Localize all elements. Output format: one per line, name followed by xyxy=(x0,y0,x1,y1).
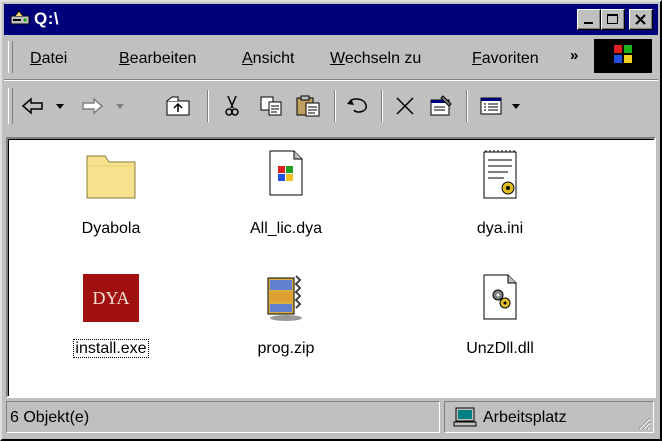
close-button[interactable] xyxy=(629,9,653,30)
file-label-text: install.exe xyxy=(73,339,149,358)
undo-icon[interactable] xyxy=(344,94,374,118)
file-item[interactable]: DYA install.exe xyxy=(46,268,176,368)
close-icon xyxy=(635,14,646,25)
toolbar-separator xyxy=(207,90,209,122)
status-location: Arbeitsplatz xyxy=(483,409,567,426)
file-label: prog.zip xyxy=(257,340,315,357)
toolbar-separator xyxy=(381,90,383,122)
status-panel-count: 6 Objekt(e) xyxy=(6,401,440,433)
up-folder-icon[interactable] xyxy=(164,94,194,118)
windows-file-icon xyxy=(269,150,303,196)
windows-logo-icon xyxy=(594,39,652,73)
forward-icon[interactable] xyxy=(80,94,136,118)
maximize-button[interactable] xyxy=(601,9,625,30)
toolbar-separator xyxy=(334,90,336,122)
file-item[interactable]: prog.zip xyxy=(221,268,351,368)
menu-ansicht[interactable]: Ansicht xyxy=(242,50,294,68)
title-bar[interactable]: Q:\ xyxy=(4,4,658,35)
explorer-window: Q:\ Datei Bearbeiten Ansicht Wechseln zu… xyxy=(0,0,662,441)
menu-overflow-chevron[interactable]: » xyxy=(570,47,578,64)
file-label: UnzDll.dll xyxy=(466,340,534,357)
window-title: Q:\ xyxy=(34,9,60,28)
file-label: Dyabola xyxy=(81,220,141,237)
dll-gear-icon xyxy=(483,274,517,320)
status-count: 6 Objekt(e) xyxy=(10,409,90,426)
toolbar-grip[interactable] xyxy=(8,88,13,124)
dya-logo-icon: DYA xyxy=(83,274,139,322)
menu-wechseln-zu[interactable]: Wechseln zu xyxy=(330,50,421,68)
file-label: All_lic.dya xyxy=(249,220,323,237)
file-label: install.exe xyxy=(46,339,176,358)
properties-icon[interactable] xyxy=(427,94,457,118)
status-bar: 6 Objekt(e) Arbeitsplatz xyxy=(4,399,658,437)
file-item[interactable]: All_lic.dya xyxy=(221,148,351,248)
status-panel-location: Arbeitsplatz xyxy=(444,401,654,433)
maximize-icon xyxy=(607,14,618,24)
back-icon[interactable] xyxy=(20,94,76,118)
menu-datei[interactable]: Datei xyxy=(30,50,67,68)
menubar-grip[interactable] xyxy=(8,41,13,73)
paste-icon[interactable] xyxy=(294,94,324,118)
file-item[interactable]: Dyabola xyxy=(46,148,176,248)
minimize-button[interactable] xyxy=(577,9,601,30)
file-label: dya.ini xyxy=(476,220,524,237)
copy-icon[interactable] xyxy=(258,94,286,118)
toolbar-separator xyxy=(466,90,468,122)
cut-icon[interactable] xyxy=(219,94,245,118)
toolbar xyxy=(4,82,658,132)
drive-icon xyxy=(10,10,30,25)
menubar-divider xyxy=(4,79,658,81)
resize-grip-icon[interactable] xyxy=(637,416,651,430)
delete-icon[interactable] xyxy=(391,94,421,118)
file-view-inner: Dyabola All_lic.dya dya.ini DYA install.… xyxy=(8,139,654,396)
minimize-icon xyxy=(584,22,593,24)
dya-logo-text: DYA xyxy=(92,288,129,308)
menu-bearbeiten[interactable]: Bearbeiten xyxy=(119,50,196,68)
file-item[interactable]: dya.ini xyxy=(435,148,565,248)
ini-settings-icon xyxy=(483,150,517,199)
computer-icon xyxy=(453,407,477,427)
views-icon[interactable] xyxy=(478,94,538,118)
zip-archive-icon xyxy=(267,275,302,321)
menu-bar: Datei Bearbeiten Ansicht Wechseln zu Fav… xyxy=(4,35,658,79)
file-view[interactable]: Dyabola All_lic.dya dya.ini DYA install.… xyxy=(6,137,656,398)
folder-icon xyxy=(86,155,136,199)
file-item[interactable]: UnzDll.dll xyxy=(435,268,565,368)
menu-favoriten[interactable]: Favoriten xyxy=(472,50,539,68)
